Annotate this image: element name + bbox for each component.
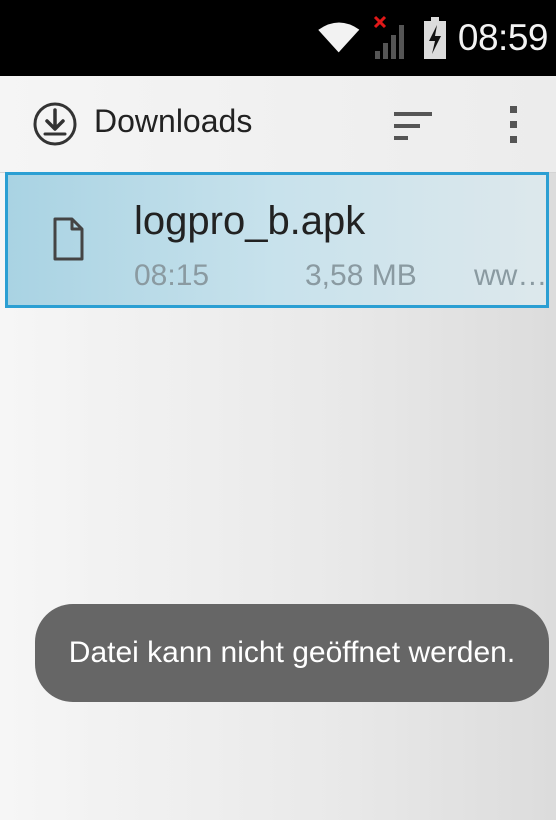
file-icon (53, 217, 84, 261)
screen: 08:59 Downloads logpro_b.apk 08:15 3,58 … (0, 0, 556, 820)
status-time: 08:59 (457, 17, 549, 58)
wifi-icon (318, 22, 360, 53)
toast-message: Datei kann nicht geöffnet werden. (68, 636, 516, 669)
file-source: ww… (474, 259, 548, 292)
no-signal-icon (373, 15, 404, 59)
file-size: 3,58 MB (305, 259, 417, 292)
toast: Datei kann nicht geöffnet werden. (35, 604, 549, 702)
status-bar: 08:59 (0, 0, 556, 76)
battery-charging-icon (423, 17, 446, 59)
page-title: Downloads (94, 103, 253, 139)
download-icon[interactable] (32, 101, 78, 147)
action-bar: Downloads (0, 76, 556, 173)
download-list-item[interactable]: logpro_b.apk 08:15 3,58 MB ww… (5, 172, 549, 308)
file-time: 08:15 (134, 259, 210, 292)
overflow-menu-icon[interactable] (500, 102, 528, 148)
sort-icon[interactable] (390, 106, 436, 146)
status-icons: 08:59 (318, 0, 549, 76)
file-name: logpro_b.apk (134, 199, 366, 243)
